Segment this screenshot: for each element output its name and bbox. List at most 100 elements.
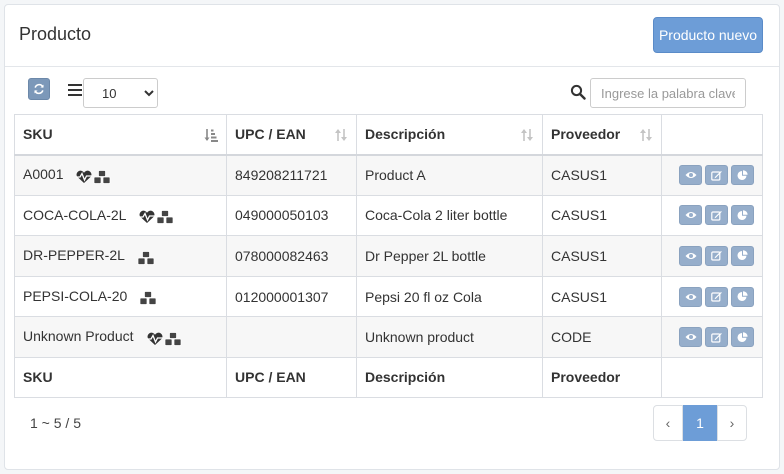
stats-button[interactable] xyxy=(731,245,754,266)
cell-actions xyxy=(661,275,763,318)
table-header-row: SKU UPC / EAN Descripción Proveedor xyxy=(14,114,763,155)
edit-button[interactable] xyxy=(705,286,728,307)
eye-icon xyxy=(685,212,696,219)
edit-icon xyxy=(711,292,722,302)
status-icons xyxy=(139,289,157,306)
view-button[interactable] xyxy=(679,165,702,186)
pagination-summary: 1 ~ 5 / 5 xyxy=(30,415,81,431)
sku-text: DR-PEPPER-2L xyxy=(23,247,125,264)
edit-icon xyxy=(711,210,722,221)
sku-text: Unknown Product xyxy=(23,328,134,345)
page-1-button[interactable]: 1 xyxy=(683,405,717,441)
cubes-icon xyxy=(137,248,155,265)
cell-actions xyxy=(661,194,763,237)
table-row[interactable]: COCA-COLA-2L 049000050103 Coca-Cola 2 lite… xyxy=(14,194,763,237)
column-header-label: UPC / EAN xyxy=(235,126,306,143)
list-icon xyxy=(68,84,82,96)
cell-supplier: CASUS1 xyxy=(542,235,662,277)
view-button[interactable] xyxy=(679,205,702,226)
sort-icon[interactable] xyxy=(520,128,534,142)
table-row[interactable]: Unknown Product Unknown product CODE xyxy=(14,316,763,358)
cell-supplier: CASUS1 xyxy=(542,194,662,237)
table-row[interactable]: DR-PEPPER-2L 078000082463 Dr Pepper 2L bot… xyxy=(14,235,763,277)
page-size-select[interactable]: 10 xyxy=(83,78,158,108)
eye-icon xyxy=(685,293,696,300)
cell-sku: PEPSI-COLA-20 xyxy=(14,275,227,318)
cell-sku: Unknown Product xyxy=(14,316,227,358)
cell-upc xyxy=(226,316,357,358)
pie-chart-icon xyxy=(737,331,748,342)
cell-description: Product A xyxy=(356,154,543,196)
stats-button[interactable] xyxy=(731,327,754,348)
eye-icon xyxy=(685,334,696,341)
stats-button[interactable] xyxy=(731,165,754,186)
cubes-icon xyxy=(164,330,182,346)
stats-button[interactable] xyxy=(731,205,754,226)
pie-chart-icon xyxy=(737,250,748,261)
column-header-description[interactable]: Descripción xyxy=(356,114,543,155)
column-header-label: SKU xyxy=(23,126,53,143)
table-toolbar: 10 xyxy=(0,62,776,114)
edit-icon xyxy=(711,170,722,181)
edit-button[interactable] xyxy=(705,205,728,226)
cell-supplier: CASUS1 xyxy=(542,275,662,318)
page-title: Producto xyxy=(19,24,92,44)
column-header-label: Descripción xyxy=(365,126,446,143)
column-header-upc[interactable]: UPC / EAN xyxy=(226,114,357,155)
cell-actions xyxy=(661,235,763,277)
edit-icon xyxy=(711,332,722,343)
heartbeat-icon xyxy=(75,167,93,183)
table-footer-row: SKU UPC / EAN Descripción Proveedor xyxy=(14,356,763,398)
view-button[interactable] xyxy=(679,245,702,266)
column-footer-supplier: Proveedor xyxy=(542,356,662,398)
status-icons xyxy=(75,167,111,184)
edit-button[interactable] xyxy=(705,327,728,348)
new-product-button[interactable]: Producto nuevo xyxy=(653,17,763,53)
next-page-button[interactable]: › xyxy=(717,405,747,441)
cubes-icon xyxy=(156,208,174,224)
eye-icon xyxy=(685,252,696,259)
pie-chart-icon xyxy=(737,210,748,220)
pie-chart-icon xyxy=(737,291,748,302)
cell-description: Unknown product xyxy=(356,316,543,358)
cell-actions xyxy=(661,316,763,358)
sku-text: A0001 xyxy=(23,166,64,183)
refresh-button[interactable] xyxy=(28,78,50,100)
previous-page-button[interactable]: ‹ xyxy=(653,405,683,441)
column-footer-sku: SKU xyxy=(14,356,227,398)
cell-supplier: CODE xyxy=(542,316,662,358)
view-button[interactable] xyxy=(679,286,702,307)
cell-description: Pepsi 20 fl oz Cola xyxy=(356,275,543,318)
edit-icon xyxy=(711,251,722,262)
edit-button[interactable] xyxy=(705,165,728,186)
cell-sku: A0001 xyxy=(14,154,227,196)
sort-icon[interactable] xyxy=(639,128,653,142)
cell-actions xyxy=(661,154,763,196)
panel-header: Producto Producto nuevo xyxy=(5,5,779,67)
status-icons xyxy=(137,248,155,265)
column-header-label: Proveedor xyxy=(551,126,621,143)
table-row[interactable]: A0001 849208211721 Product A CASUS1 xyxy=(14,154,763,196)
sort-amount-desc-icon[interactable] xyxy=(204,128,218,142)
cell-upc: 012000001307 xyxy=(226,275,357,318)
edit-button[interactable] xyxy=(705,245,728,266)
sku-text: PEPSI-COLA-20 xyxy=(23,287,128,304)
cubes-icon xyxy=(93,167,111,184)
heartbeat-icon xyxy=(146,330,164,346)
column-header-sku[interactable]: SKU xyxy=(14,114,227,155)
refresh-icon xyxy=(34,83,44,95)
cell-upc: 849208211721 xyxy=(226,154,357,196)
cell-description: Dr Pepper 2L bottle xyxy=(356,235,543,277)
sort-icon[interactable] xyxy=(334,128,348,142)
status-icons xyxy=(138,208,174,224)
column-header-supplier[interactable]: Proveedor xyxy=(542,114,662,155)
cell-sku: COCA-COLA-2L xyxy=(14,194,227,237)
search-input[interactable] xyxy=(590,78,746,108)
column-footer-description: Descripción xyxy=(356,356,543,398)
stats-button[interactable] xyxy=(731,286,754,307)
cell-supplier: CASUS1 xyxy=(542,154,662,196)
cell-upc: 078000082463 xyxy=(226,235,357,277)
cell-sku: DR-PEPPER-2L xyxy=(14,235,227,277)
view-button[interactable] xyxy=(679,327,702,348)
table-row[interactable]: PEPSI-COLA-20 012000001307 Pepsi 20 fl oz … xyxy=(14,275,763,318)
